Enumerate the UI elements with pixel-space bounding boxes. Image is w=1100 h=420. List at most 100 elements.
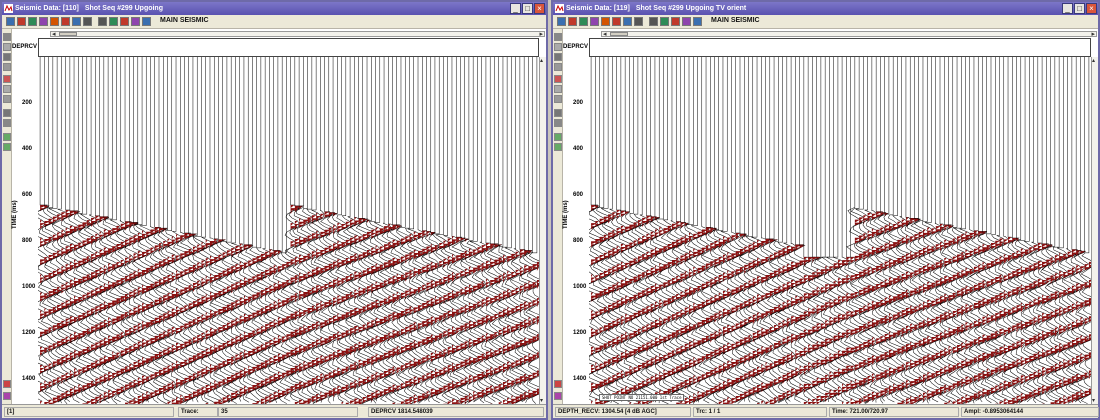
seismic-trace bbox=[510, 57, 529, 404]
scroll-left-icon[interactable]: ◂ bbox=[603, 30, 607, 38]
y-tick-label: 1400 bbox=[22, 376, 36, 382]
y-tick-label: 800 bbox=[573, 238, 584, 244]
header-axis-name: DEPRCV bbox=[12, 44, 38, 50]
pick-icon[interactable] bbox=[660, 17, 669, 26]
info-icon[interactable] bbox=[142, 17, 151, 26]
seismic-trace bbox=[133, 57, 151, 404]
seismic-trace bbox=[260, 57, 279, 404]
marker-icon[interactable] bbox=[554, 75, 562, 83]
horizontal-scrollbar[interactable]: ◂ ▸ bbox=[601, 30, 1097, 38]
gain-icon[interactable] bbox=[682, 17, 691, 26]
scroll-right-icon[interactable]: ▸ bbox=[539, 30, 543, 38]
seismic-window-left[interactable]: Seismic Data: [110] Shot Seq #299 Upgoing… bbox=[0, 0, 548, 420]
open-icon[interactable] bbox=[6, 17, 15, 26]
pick-icon[interactable] bbox=[109, 17, 118, 26]
exit-icon[interactable] bbox=[554, 392, 562, 400]
scroll-down-icon[interactable]: ▾ bbox=[540, 397, 543, 404]
y-tick-label: 1400 bbox=[573, 376, 587, 382]
seismic-trace bbox=[410, 57, 427, 403]
minimize-icon[interactable]: _ bbox=[510, 3, 521, 14]
zoom-icon[interactable] bbox=[590, 17, 599, 26]
print-icon[interactable] bbox=[28, 17, 37, 26]
scroll-right-icon[interactable]: ▸ bbox=[1091, 30, 1095, 38]
info-icon[interactable] bbox=[693, 17, 702, 26]
filter-icon[interactable] bbox=[3, 143, 11, 151]
status-field: [1] bbox=[4, 407, 174, 417]
color-icon[interactable] bbox=[601, 17, 610, 26]
close-icon[interactable]: × bbox=[534, 3, 545, 14]
wiggle-icon[interactable] bbox=[612, 17, 621, 26]
scroll-up-icon[interactable]: ▴ bbox=[540, 57, 543, 64]
trace-icon[interactable] bbox=[3, 85, 11, 93]
grid-toggle-icon[interactable] bbox=[3, 109, 11, 117]
status-field: Time: 721.00/720.97 bbox=[829, 407, 959, 417]
seismic-trace bbox=[273, 57, 291, 403]
seismic-window-right[interactable]: Seismic Data: [119] Shot Seq #299 Upgoing… bbox=[551, 0, 1100, 420]
grid-icon[interactable] bbox=[83, 17, 92, 26]
help-icon[interactable] bbox=[3, 380, 11, 388]
seismic-trace bbox=[774, 57, 792, 403]
view-icon[interactable] bbox=[623, 17, 632, 26]
filter-icon[interactable] bbox=[671, 17, 680, 26]
filter-icon[interactable] bbox=[554, 143, 562, 151]
seismic-trace bbox=[906, 57, 922, 404]
gain-icon[interactable] bbox=[131, 17, 140, 26]
open-icon[interactable] bbox=[557, 17, 566, 26]
seismic-trace bbox=[362, 57, 380, 403]
vertical-scrollbar[interactable]: ▴ ▾ bbox=[1091, 57, 1098, 404]
scroll-thumb[interactable] bbox=[610, 32, 628, 36]
main-toolbar: MAIN SEISMIC bbox=[2, 15, 546, 29]
horizontal-scrollbar[interactable]: ◂ ▸ bbox=[50, 30, 545, 38]
save-icon[interactable] bbox=[17, 17, 26, 26]
minimize-icon[interactable]: _ bbox=[1062, 3, 1073, 14]
maximize-icon[interactable]: □ bbox=[1074, 3, 1085, 14]
zoom-in-icon[interactable] bbox=[3, 43, 11, 51]
color-icon[interactable] bbox=[50, 17, 59, 26]
scale-icon[interactable] bbox=[649, 17, 658, 26]
reset-icon[interactable] bbox=[554, 63, 562, 71]
y-tick-label: 400 bbox=[573, 146, 584, 152]
display-icon[interactable] bbox=[554, 133, 562, 141]
save-icon[interactable] bbox=[568, 17, 577, 26]
trace-icon[interactable] bbox=[554, 85, 562, 93]
wiggle-fill bbox=[863, 215, 872, 403]
wiggle-toggle-icon[interactable] bbox=[3, 95, 11, 103]
wiggle-fill bbox=[158, 228, 168, 395]
pan-icon[interactable] bbox=[554, 33, 562, 41]
help-icon[interactable] bbox=[554, 380, 562, 388]
seismic-plot[interactable]: SHOT POINT NO 21151.000 1st Trace bbox=[589, 57, 1091, 404]
status-bar: [1] Trace: 35 DEPRCV 1814.548039 bbox=[2, 404, 546, 418]
close-icon[interactable]: × bbox=[1086, 3, 1097, 14]
scroll-down-icon[interactable]: ▾ bbox=[1092, 397, 1095, 404]
exit-icon[interactable] bbox=[3, 392, 11, 400]
window-titlebar[interactable]: Seismic Data: [110] Shot Seq #299 Upgoing… bbox=[2, 2, 546, 15]
reset-icon[interactable] bbox=[3, 63, 11, 71]
zoom-in-icon[interactable] bbox=[554, 43, 562, 51]
zoom-out-icon[interactable] bbox=[3, 53, 11, 61]
view-icon[interactable] bbox=[72, 17, 81, 26]
scale-icon[interactable] bbox=[98, 17, 107, 26]
grid-toggle-icon[interactable] bbox=[554, 109, 562, 117]
filter-icon[interactable] bbox=[120, 17, 129, 26]
scroll-thumb[interactable] bbox=[59, 32, 77, 36]
vertical-scrollbar[interactable]: ▴ ▾ bbox=[539, 57, 546, 404]
scale-icon[interactable] bbox=[3, 119, 11, 127]
wiggle-toggle-icon[interactable] bbox=[554, 95, 562, 103]
seismic-trace bbox=[807, 57, 826, 403]
zoom-icon[interactable] bbox=[39, 17, 48, 26]
side-toolbar bbox=[2, 29, 12, 404]
pan-icon[interactable] bbox=[3, 33, 11, 41]
scroll-up-icon[interactable]: ▴ bbox=[1092, 57, 1095, 64]
window-titlebar[interactable]: Seismic Data: [119] Shot Seq #299 Upgoing… bbox=[553, 2, 1098, 15]
display-icon[interactable] bbox=[3, 133, 11, 141]
grid-icon[interactable] bbox=[634, 17, 643, 26]
seismic-trace bbox=[1011, 57, 1031, 403]
seismic-plot[interactable] bbox=[38, 57, 539, 404]
wiggle-icon[interactable] bbox=[61, 17, 70, 26]
scroll-left-icon[interactable]: ◂ bbox=[52, 30, 56, 38]
marker-icon[interactable] bbox=[3, 75, 11, 83]
zoom-out-icon[interactable] bbox=[554, 53, 562, 61]
scale-icon[interactable] bbox=[554, 119, 562, 127]
maximize-icon[interactable]: □ bbox=[522, 3, 533, 14]
print-icon[interactable] bbox=[579, 17, 588, 26]
